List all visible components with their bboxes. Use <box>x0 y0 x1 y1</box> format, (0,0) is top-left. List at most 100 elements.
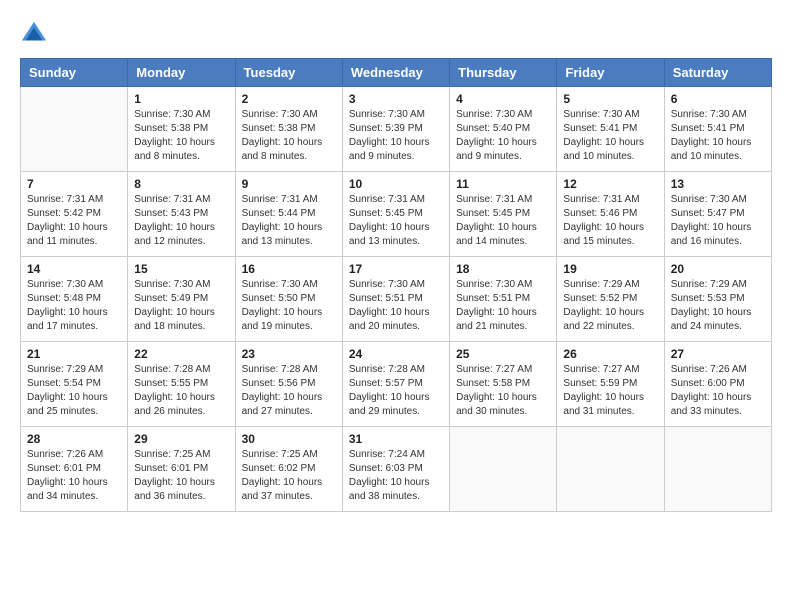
day-info: Sunrise: 7:30 AMSunset: 5:40 PMDaylight:… <box>456 108 550 164</box>
calendar-body: 1Sunrise: 7:30 AMSunset: 5:38 PMDaylight… <box>21 87 772 512</box>
day-cell <box>557 427 664 512</box>
day-cell: 16 Sunrise: 7:30 AMSunset: 5:50 PMDayligh… <box>235 257 342 342</box>
dow-saturday: Saturday <box>664 59 771 87</box>
day-cell: 26 Sunrise: 7:27 AMSunset: 5:59 PMDayligh… <box>557 342 664 427</box>
day-cell: 25Sunrise: 7:27 AMSunset: 5:58 PMDayligh… <box>450 342 557 427</box>
dow-friday: Friday <box>557 59 664 87</box>
day-info: Sunrise: 7:31 AMSunset: 5:42 PMDaylight:… <box>27 193 121 249</box>
dow-wednesday: Wednesday <box>342 59 449 87</box>
day-number: 24 <box>349 347 443 361</box>
day-number: 4 <box>456 92 550 106</box>
day-number: 3 <box>349 92 443 106</box>
day-info: Sunrise: 7:30 AMSunset: 5:38 PMDaylight:… <box>242 108 336 164</box>
day-cell <box>664 427 771 512</box>
day-info: Sunrise: 7:30 AMSunset: 5:39 PMDaylight:… <box>349 108 443 164</box>
day-info: Sunrise: 7:31 AMSunset: 5:45 PMDaylight:… <box>456 193 550 249</box>
week-row-3: 14Sunrise: 7:30 AMSunset: 5:48 PMDayligh… <box>21 257 772 342</box>
day-cell: 10Sunrise: 7:31 AMSunset: 5:45 PMDayligh… <box>342 172 449 257</box>
week-row-1: 1Sunrise: 7:30 AMSunset: 5:38 PMDaylight… <box>21 87 772 172</box>
day-number: 21 <box>27 347 121 361</box>
day-number: 22 <box>134 347 228 361</box>
day-cell: 20 Sunrise: 7:29 AMSunset: 5:53 PMDayligh… <box>664 257 771 342</box>
day-number: 17 <box>349 262 443 276</box>
day-number: 9 <box>242 177 336 191</box>
day-cell: 6 Sunrise: 7:30 AMSunset: 5:41 PMDaylight… <box>664 87 771 172</box>
day-number: 15 <box>134 262 228 276</box>
day-number: 31 <box>349 432 443 446</box>
day-cell: 21 Sunrise: 7:29 AMSunset: 5:54 PMDayligh… <box>21 342 128 427</box>
day-info: Sunrise: 7:28 AMSunset: 5:56 PMDaylight:… <box>242 363 336 419</box>
day-cell: 3 Sunrise: 7:30 AMSunset: 5:39 PMDaylight… <box>342 87 449 172</box>
day-number: 14 <box>27 262 121 276</box>
day-number: 16 <box>242 262 336 276</box>
day-info: Sunrise: 7:28 AMSunset: 5:55 PMDaylight:… <box>134 363 228 419</box>
day-number: 25 <box>456 347 550 361</box>
day-cell: 22 Sunrise: 7:28 AMSunset: 5:55 PMDayligh… <box>128 342 235 427</box>
day-number: 18 <box>456 262 550 276</box>
calendar-table: SundayMondayTuesdayWednesdayThursdayFrid… <box>20 58 772 512</box>
week-row-2: 7 Sunrise: 7:31 AMSunset: 5:42 PMDaylight… <box>21 172 772 257</box>
day-info: Sunrise: 7:30 AMSunset: 5:49 PMDaylight:… <box>134 278 228 334</box>
day-number: 12 <box>563 177 657 191</box>
day-cell: 4 Sunrise: 7:30 AMSunset: 5:40 PMDaylight… <box>450 87 557 172</box>
day-info: Sunrise: 7:28 AMSunset: 5:57 PMDaylight:… <box>349 363 443 419</box>
day-cell <box>450 427 557 512</box>
day-info: Sunrise: 7:29 AMSunset: 5:53 PMDaylight:… <box>671 278 765 334</box>
day-number: 30 <box>242 432 336 446</box>
week-row-5: 28Sunrise: 7:26 AMSunset: 6:01 PMDayligh… <box>21 427 772 512</box>
day-cell: 31 Sunrise: 7:24 AMSunset: 6:03 PMDayligh… <box>342 427 449 512</box>
day-cell: 19Sunrise: 7:29 AMSunset: 5:52 PMDayligh… <box>557 257 664 342</box>
day-cell: 14Sunrise: 7:30 AMSunset: 5:48 PMDayligh… <box>21 257 128 342</box>
dow-thursday: Thursday <box>450 59 557 87</box>
day-cell: 29Sunrise: 7:25 AMSunset: 6:01 PMDayligh… <box>128 427 235 512</box>
days-of-week-header: SundayMondayTuesdayWednesdayThursdayFrid… <box>21 59 772 87</box>
day-number: 19 <box>563 262 657 276</box>
day-cell: 12 Sunrise: 7:31 AMSunset: 5:46 PMDayligh… <box>557 172 664 257</box>
day-number: 2 <box>242 92 336 106</box>
day-number: 11 <box>456 177 550 191</box>
day-info: Sunrise: 7:30 AMSunset: 5:38 PMDaylight:… <box>134 108 228 164</box>
day-cell: 27Sunrise: 7:26 AMSunset: 6:00 PMDayligh… <box>664 342 771 427</box>
day-info: Sunrise: 7:30 AMSunset: 5:41 PMDaylight:… <box>563 108 657 164</box>
day-cell: 18 Sunrise: 7:30 AMSunset: 5:51 PMDayligh… <box>450 257 557 342</box>
day-cell: 2 Sunrise: 7:30 AMSunset: 5:38 PMDaylight… <box>235 87 342 172</box>
day-cell: 24 Sunrise: 7:28 AMSunset: 5:57 PMDayligh… <box>342 342 449 427</box>
day-number: 20 <box>671 262 765 276</box>
dow-tuesday: Tuesday <box>235 59 342 87</box>
day-cell: 11 Sunrise: 7:31 AMSunset: 5:45 PMDayligh… <box>450 172 557 257</box>
day-info: Sunrise: 7:29 AMSunset: 5:54 PMDaylight:… <box>27 363 121 419</box>
day-info: Sunrise: 7:30 AMSunset: 5:51 PMDaylight:… <box>456 278 550 334</box>
day-number: 5 <box>563 92 657 106</box>
day-cell: 23 Sunrise: 7:28 AMSunset: 5:56 PMDayligh… <box>235 342 342 427</box>
day-info: Sunrise: 7:25 AMSunset: 6:02 PMDaylight:… <box>242 448 336 504</box>
day-number: 26 <box>563 347 657 361</box>
logo-icon <box>20 20 48 48</box>
day-cell: 9 Sunrise: 7:31 AMSunset: 5:44 PMDaylight… <box>235 172 342 257</box>
day-info: Sunrise: 7:31 AMSunset: 5:46 PMDaylight:… <box>563 193 657 249</box>
day-cell: 7 Sunrise: 7:31 AMSunset: 5:42 PMDaylight… <box>21 172 128 257</box>
day-number: 27 <box>671 347 765 361</box>
logo <box>20 20 52 48</box>
day-cell: 1Sunrise: 7:30 AMSunset: 5:38 PMDaylight… <box>128 87 235 172</box>
day-info: Sunrise: 7:30 AMSunset: 5:41 PMDaylight:… <box>671 108 765 164</box>
day-info: Sunrise: 7:25 AMSunset: 6:01 PMDaylight:… <box>134 448 228 504</box>
day-number: 6 <box>671 92 765 106</box>
day-info: Sunrise: 7:30 AMSunset: 5:50 PMDaylight:… <box>242 278 336 334</box>
dow-sunday: Sunday <box>21 59 128 87</box>
dow-monday: Monday <box>128 59 235 87</box>
day-number: 23 <box>242 347 336 361</box>
day-info: Sunrise: 7:30 AMSunset: 5:51 PMDaylight:… <box>349 278 443 334</box>
day-cell <box>21 87 128 172</box>
day-number: 8 <box>134 177 228 191</box>
day-number: 13 <box>671 177 765 191</box>
day-cell: 5 Sunrise: 7:30 AMSunset: 5:41 PMDaylight… <box>557 87 664 172</box>
day-info: Sunrise: 7:24 AMSunset: 6:03 PMDaylight:… <box>349 448 443 504</box>
day-info: Sunrise: 7:27 AMSunset: 5:59 PMDaylight:… <box>563 363 657 419</box>
day-number: 7 <box>27 177 121 191</box>
day-cell: 15 Sunrise: 7:30 AMSunset: 5:49 PMDayligh… <box>128 257 235 342</box>
day-info: Sunrise: 7:31 AMSunset: 5:44 PMDaylight:… <box>242 193 336 249</box>
day-cell: 28Sunrise: 7:26 AMSunset: 6:01 PMDayligh… <box>21 427 128 512</box>
day-cell: 30 Sunrise: 7:25 AMSunset: 6:02 PMDayligh… <box>235 427 342 512</box>
day-cell: 13Sunrise: 7:30 AMSunset: 5:47 PMDayligh… <box>664 172 771 257</box>
week-row-4: 21 Sunrise: 7:29 AMSunset: 5:54 PMDayligh… <box>21 342 772 427</box>
